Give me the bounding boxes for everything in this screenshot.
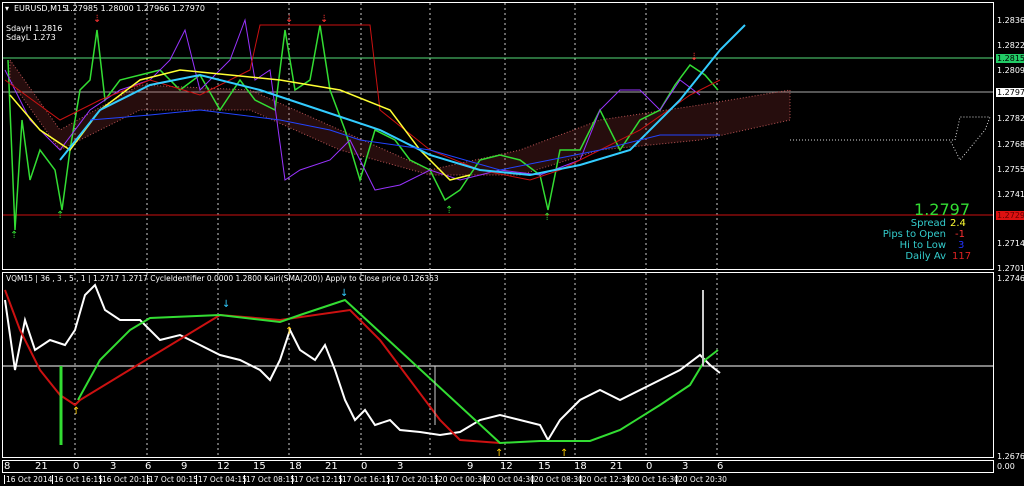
- sub-axis-bottom: 1.2676: [997, 452, 1024, 461]
- svg-text:↑: ↑: [285, 326, 293, 337]
- sdayh-label: SdayH 1.2816: [6, 24, 63, 33]
- time-tick: 3: [110, 461, 117, 472]
- date-tick: 17 Oct 00:15: [147, 475, 198, 484]
- chart-menu-icon[interactable]: ▾: [5, 4, 9, 13]
- price-tick: 1.28360: [997, 16, 1024, 25]
- up-arrows: ⇡ ⇡ ⇡ ⇡: [10, 205, 551, 241]
- price-tick: 1.27550: [997, 165, 1024, 174]
- sub-axis-zero: 0.00: [997, 462, 1015, 471]
- time-tick: 15: [253, 461, 266, 472]
- time-tick: 9: [181, 461, 188, 472]
- time-tick: 3: [397, 461, 404, 472]
- date-tick: 16 Oct 2014: [4, 475, 53, 484]
- chart-symbol: EURUSD,M15: [14, 4, 68, 13]
- date-tick: 20 Oct 04:30: [484, 475, 535, 484]
- date-tick: 17 Oct 12:15: [292, 475, 343, 484]
- svg-text:⇣: ⇣: [285, 14, 293, 25]
- date-tick: 16 Oct 20:15: [100, 475, 151, 484]
- hilo-label: Hi to Low: [899, 240, 946, 251]
- down-arrows: ⇣ ⇣ ⇣ ⇣: [93, 14, 698, 63]
- date-tick: 16 Oct 16:15: [52, 475, 103, 484]
- time-tick: 0: [361, 461, 368, 472]
- spread-value: 2.4: [950, 218, 966, 229]
- sdayh-price-tag: 1.28158: [996, 54, 1024, 63]
- ichimoku-cloud: [9, 58, 991, 176]
- time-tick: 0: [646, 461, 653, 472]
- current-price: 1.2797: [914, 200, 970, 219]
- svg-text:⇣: ⇣: [93, 14, 101, 25]
- svg-text:⇡: ⇡: [445, 205, 453, 216]
- date-tick: 20 Oct 16:30: [628, 475, 679, 484]
- svg-text:↑: ↑: [560, 448, 568, 459]
- kairi-line: [4, 283, 721, 443]
- date-tick: 20 Oct 08:30: [532, 475, 583, 484]
- period-separators: [74, 3, 718, 458]
- svg-text:↑: ↑: [495, 448, 503, 459]
- svg-text:⇡: ⇡: [56, 210, 64, 221]
- sdayl-price-tag: 1.27299: [996, 211, 1024, 220]
- svg-text:↓: ↓: [222, 299, 230, 310]
- price-tick: 1.27685: [997, 140, 1024, 149]
- time-tick: 8: [4, 461, 11, 472]
- price-tick: 1.27415: [997, 190, 1024, 199]
- time-tick: 3: [682, 461, 689, 472]
- price-tick: 1.28225: [997, 41, 1024, 50]
- sdayl-label: SdayL 1.273: [6, 33, 56, 42]
- date-tick: 17 Oct 04:15: [196, 475, 247, 484]
- price-tick: 1.27010: [997, 264, 1024, 273]
- sub-axis-top: 1.2746: [997, 274, 1024, 283]
- chart-ohlc: 1.27985 1.28000 1.27966 1.27970: [65, 4, 205, 13]
- indicator-label: VQM15 | 36 , 3 , 5 , 1 | 1.2717 1.2717 C…: [6, 274, 439, 283]
- svg-text:↑: ↑: [72, 406, 80, 417]
- time-tick: 18: [289, 461, 302, 472]
- bid-price-tag: 1.27970: [996, 88, 1024, 97]
- time-tick: 21: [610, 461, 623, 472]
- date-tick: 17 Oct 20:15: [388, 475, 439, 484]
- hilo-value: 3: [958, 240, 965, 251]
- date-tick: 20 Oct 12:30: [580, 475, 631, 484]
- cycle-green: [77, 298, 719, 445]
- date-tick: 20 Oct 20:30: [676, 475, 727, 484]
- date-tick: 17 Oct 08:15: [244, 475, 295, 484]
- daily-label: Daily Av: [905, 251, 946, 262]
- time-tick: 18: [574, 461, 587, 472]
- time-tick: 15: [538, 461, 551, 472]
- time-tick: 12: [217, 461, 230, 472]
- time-tick: 12: [500, 461, 513, 472]
- time-tick: 21: [35, 461, 48, 472]
- time-tick: 0: [73, 461, 80, 472]
- daily-value: 117: [952, 251, 972, 262]
- svg-text:⇣: ⇣: [690, 52, 698, 63]
- pips-label: Pips to Open: [882, 229, 946, 240]
- time-tick: 9: [467, 461, 474, 472]
- date-tick: 20 Oct 00:30: [436, 475, 487, 484]
- svg-text:⇣: ⇣: [320, 14, 328, 25]
- time-tick: 6: [145, 461, 152, 472]
- time-tick: 6: [717, 461, 724, 472]
- date-tick: 17 Oct 16:15: [340, 475, 391, 484]
- svg-text:⇡: ⇡: [543, 212, 551, 223]
- svg-text:↓: ↓: [340, 288, 348, 299]
- time-tick: 21: [325, 461, 338, 472]
- svg-text:⇡: ⇡: [10, 230, 18, 241]
- price-tick: 1.28090: [997, 66, 1024, 75]
- price-tick: 1.27145: [997, 239, 1024, 248]
- spread-label: Spread: [910, 218, 946, 229]
- price-tick: 1.27820: [997, 114, 1024, 123]
- pips-value: -1: [955, 229, 965, 240]
